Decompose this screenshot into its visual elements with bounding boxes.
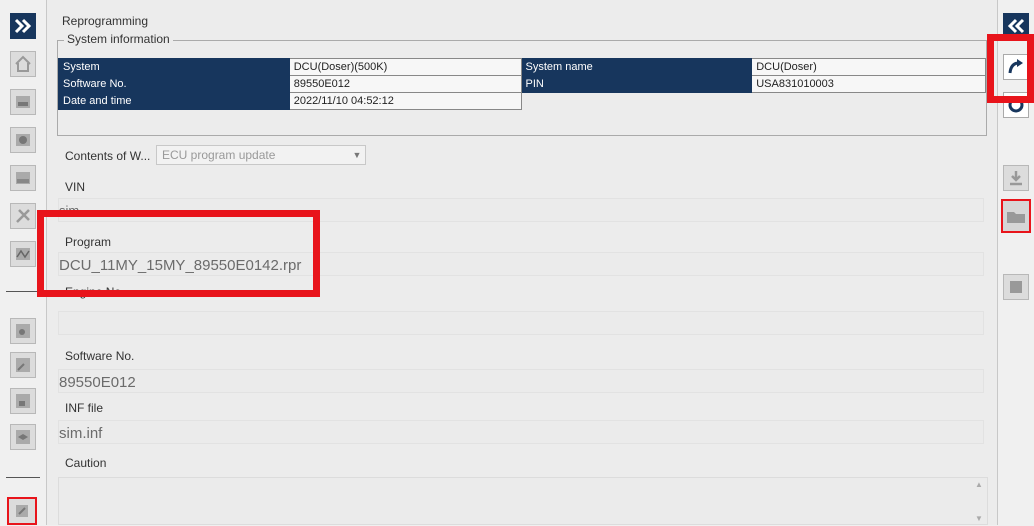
system-info-legend: System information [64, 32, 173, 46]
software-no-field-value: 89550E012 [59, 374, 136, 391]
caution-field[interactable]: ▲ ▼ [58, 477, 988, 525]
table-row: Software No. 89550E012 PIN USA831010003 [58, 75, 986, 93]
can-icon[interactable] [10, 165, 36, 191]
table-row: System DCU(Doser)(500K) System name DCU(… [58, 58, 986, 76]
download-icon[interactable] [1003, 165, 1029, 191]
table-row: Date and time 2022/11/10 04:52:12 [58, 92, 986, 110]
home-icon[interactable] [10, 51, 36, 77]
open-folder-icon[interactable] [1001, 199, 1031, 233]
system-name-label: System name [520, 58, 753, 76]
expand-icon[interactable] [10, 13, 36, 39]
dtc-icon[interactable] [10, 127, 36, 153]
date-time-value: 2022/11/10 04:52:12 [288, 92, 522, 110]
contents-dropdown[interactable]: ECU program update ▼ [156, 145, 366, 165]
program-highlight-box [37, 210, 320, 297]
software-no-field[interactable]: 89550E012 [58, 369, 984, 393]
contents-label: Contents of W... [65, 149, 151, 163]
inf-file-value: sim.inf [59, 425, 103, 442]
sys-icon[interactable] [10, 89, 36, 115]
lock-grid-icon[interactable] [10, 388, 36, 414]
software-no-label: Software No. [58, 75, 290, 93]
toolbar-separator [6, 477, 40, 478]
pin-value: USA831010003 [751, 75, 986, 93]
reprogram-highlight-box [987, 34, 1034, 103]
contents-dropdown-value: ECU program update [162, 148, 276, 162]
wave-icon[interactable] [10, 241, 36, 267]
pin-label: PIN [520, 75, 753, 93]
system-label: System [58, 58, 290, 76]
chevron-down-icon[interactable]: ▼ [349, 146, 365, 164]
software-no-value: 89550E012 [288, 75, 522, 93]
system-name-value: DCU(Doser) [751, 58, 986, 76]
caution-label: Caution [65, 456, 107, 470]
scroll-down-icon[interactable]: ▼ [971, 514, 987, 523]
chip-icon[interactable] [1003, 274, 1029, 300]
empty-cell [752, 93, 986, 110]
vin-label: VIN [65, 180, 86, 194]
empty-cell [521, 93, 752, 110]
inf-file-field[interactable]: sim.inf [58, 420, 984, 444]
tools-icon[interactable] [10, 203, 36, 229]
system-value: DCU(Doser)(500K) [288, 58, 522, 76]
toolbar-separator [6, 291, 40, 292]
system-info-group: System information System DCU(Doser)(500… [57, 32, 987, 136]
caution-scrollbar[interactable]: ▲ ▼ [971, 478, 987, 526]
system-info-table: System DCU(Doser)(500K) System name DCU(… [58, 58, 986, 110]
main-panel: Reprogramming System information System … [37, 0, 998, 525]
chip-grid-icon[interactable] [7, 497, 37, 525]
graduate-grid-icon[interactable] [10, 424, 36, 450]
scroll-up-icon[interactable]: ▲ [971, 480, 987, 489]
edit-grid-icon[interactable] [10, 352, 36, 378]
settings-grid-icon[interactable] [10, 318, 36, 344]
inf-file-label: INF file [65, 401, 104, 415]
date-time-label: Date and time [58, 92, 290, 110]
software-no-field-label: Software No. [65, 349, 135, 363]
engine-field[interactable] [58, 311, 984, 335]
page-title: Reprogramming [62, 14, 149, 28]
